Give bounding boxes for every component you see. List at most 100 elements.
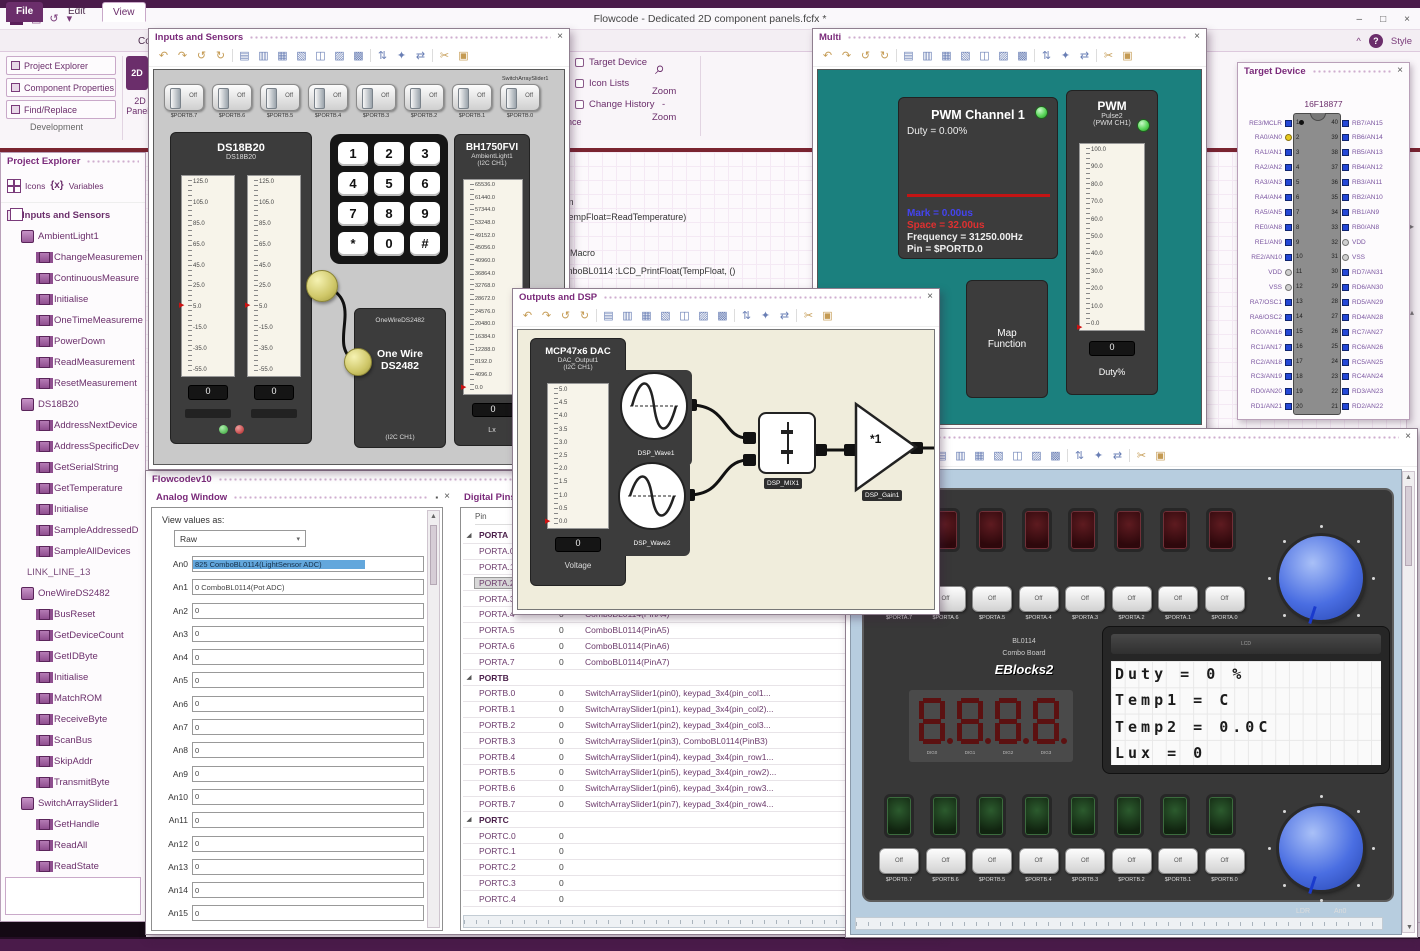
keypad-key[interactable]: 7 (338, 202, 368, 226)
connection-node-icon[interactable] (344, 348, 372, 376)
toolbar-icon[interactable]: ▤ (901, 48, 916, 64)
tree-item[interactable]: LINK_LINE_13 (1, 562, 145, 583)
analog-value-field[interactable]: 0 (192, 905, 424, 922)
off-switch-button[interactable]: Off (1204, 586, 1245, 612)
variables-toolbutton[interactable]: Variables (69, 181, 104, 191)
toolbar-icon[interactable]: ▩ (351, 48, 366, 64)
analog-row[interactable]: An11 0 (158, 812, 424, 829)
pin-row[interactable]: RC2/AN18 (1240, 358, 1292, 366)
icons-grid-icon[interactable] (7, 179, 20, 192)
expander-icon[interactable]: ◢ (463, 816, 475, 823)
off-switch-button[interactable]: Off (1018, 586, 1059, 612)
toolbar-icon[interactable]: ▥ (920, 48, 935, 64)
analog-scrollbar[interactable]: ▲ (427, 510, 440, 928)
pin-row[interactable]: RE2/AN10 (1240, 253, 1292, 261)
connection-node-icon[interactable] (306, 270, 338, 302)
pin-row[interactable]: RD1/AN21 (1240, 403, 1292, 411)
ldr-knob[interactable] (1279, 806, 1363, 890)
pot-knob[interactable] (1279, 536, 1363, 620)
pin-row[interactable]: RD2/AN22 (1342, 403, 1404, 411)
scroll-up-icon[interactable]: ▴ (1410, 308, 1414, 317)
raw-dropdown[interactable]: Raw ▾ (174, 530, 306, 547)
analog-value-field[interactable]: 825 ComboBL0114(LightSensor ADC) (192, 556, 424, 572)
tree-item[interactable]: GetSerialString (1, 457, 145, 478)
analog-value-field[interactable]: 0 (192, 858, 424, 875)
toolbar-icon[interactable]: ✦ (758, 308, 773, 324)
tree-item[interactable]: ChangeMeasuremen (1, 247, 145, 268)
analog-value-field[interactable]: 0 (192, 649, 424, 666)
pin-row[interactable]: RD6/AN30 (1342, 283, 1404, 291)
close-icon[interactable]: × (557, 32, 563, 42)
tree-item[interactable]: PowerDown (1, 331, 145, 352)
toolbar-icon[interactable]: ↺ (194, 48, 209, 64)
tree-item[interactable]: ReceiveByte (1, 709, 145, 730)
analog-row[interactable]: An2 0 (158, 602, 424, 619)
tree-item[interactable]: GetHandle (1, 814, 145, 835)
pin-row[interactable]: RA0/AN0 (1240, 134, 1292, 142)
tree-item[interactable]: ReadState (1, 856, 145, 875)
onewire-block[interactable]: OneWireDS2482 One Wire DS2482 (I2C CH1) (354, 308, 446, 448)
find-replace-button[interactable]: Find/Replace (6, 100, 116, 119)
map-function-block[interactable]: Map Function (966, 280, 1048, 398)
icons-toolbutton[interactable]: Icons (25, 181, 45, 191)
pin-row[interactable]: RD7/AN31 (1342, 268, 1404, 276)
tree-item[interactable]: Initialise (1, 289, 145, 310)
restore-button[interactable]: □ (1380, 14, 1386, 25)
toolbar-icon[interactable]: ↶ (156, 48, 171, 64)
analog-value-field[interactable]: 0 (192, 765, 424, 782)
pin-row[interactable]: RA5/AN5 (1240, 209, 1292, 217)
tree-item[interactable]: ReadMeasurement (1, 352, 145, 373)
analog-value-field[interactable]: 0 (192, 835, 424, 852)
toolbar-icon[interactable]: | (232, 49, 233, 62)
change-history-check[interactable]: Change History (575, 99, 654, 110)
scroll-up-icon[interactable]: ▲ (428, 513, 439, 520)
toolbar-icon[interactable]: ▤ (237, 48, 252, 64)
analog-value-field[interactable]: 0 (192, 672, 424, 689)
off-switch-button[interactable]: Off (1065, 586, 1105, 612)
toolbar-icon[interactable]: ↶ (520, 308, 535, 324)
toolbar-icon[interactable]: ▩ (715, 308, 730, 324)
toolbar-icon[interactable]: ⇄ (1077, 48, 1092, 64)
toolbar-icon[interactable]: ✦ (394, 48, 409, 64)
component-properties-button[interactable]: Component Properties (6, 78, 116, 97)
keypad-key[interactable]: 4 (338, 172, 368, 196)
zoom-button[interactable]: Zoom (652, 112, 676, 123)
pin-row[interactable]: RB5/AN13 (1342, 149, 1404, 157)
toolbar-icon[interactable]: ▦ (639, 308, 654, 324)
analog-row[interactable]: An10 0 (158, 788, 424, 805)
toolbar-icon[interactable]: | (1129, 449, 1130, 462)
keypad-key[interactable]: 3 (410, 142, 440, 166)
toolbar-icon[interactable]: | (1096, 49, 1097, 62)
toolbar-icon[interactable]: ▥ (256, 48, 271, 64)
analog-row[interactable]: An1 0 ComboBL0114(Pot ADC) (158, 579, 424, 596)
toolbar-icon[interactable]: ▣ (1120, 48, 1135, 64)
toolbar-icon[interactable]: ▣ (1153, 448, 1168, 464)
zoom-magnifier-icon[interactable]: ⌕ (655, 58, 665, 79)
pin-row[interactable]: RD5/AN29 (1342, 298, 1404, 306)
pin-row[interactable]: RA7/OSC1 (1240, 298, 1292, 306)
pin-row[interactable]: RA1/AN1 (1240, 149, 1292, 157)
toolbar-icon[interactable]: ↷ (839, 48, 854, 64)
pin-row[interactable]: RB4/AN12 (1342, 164, 1404, 172)
pin-row[interactable]: RB7/AN15 (1342, 119, 1404, 127)
toolbar-icon[interactable]: ◫ (313, 48, 328, 64)
pin-row[interactable]: RC7/AN27 (1342, 328, 1404, 336)
close-icon[interactable]: × (927, 292, 933, 302)
tree-item[interactable]: SkipAddr (1, 751, 145, 772)
pin-row[interactable]: VSS (1240, 283, 1292, 291)
expander-icon[interactable]: ◢ (463, 674, 475, 681)
close-icon[interactable]: × (1194, 32, 1200, 42)
pin-row[interactable]: RB1/AN9 (1342, 209, 1404, 217)
analog-row[interactable]: An15 0 (158, 905, 424, 922)
pin-row[interactable]: RE3/MCLR (1240, 119, 1292, 127)
tree-item[interactable]: SampleAddressedD (1, 520, 145, 541)
tree-item[interactable]: ReadAll (1, 835, 145, 856)
analog-row[interactable]: An14 0 (158, 882, 424, 899)
slide-switch[interactable]: Off (308, 84, 348, 111)
tree-item[interactable]: DS18B20 (1, 394, 145, 415)
pin-row[interactable]: RC1/AN17 (1240, 343, 1292, 351)
pin-row[interactable]: VSS (1342, 253, 1404, 261)
minimize-icon[interactable]: ▪ (435, 493, 438, 502)
toolbar-icon[interactable]: ▦ (972, 448, 987, 464)
toolbar-icon[interactable]: ▧ (294, 48, 309, 64)
